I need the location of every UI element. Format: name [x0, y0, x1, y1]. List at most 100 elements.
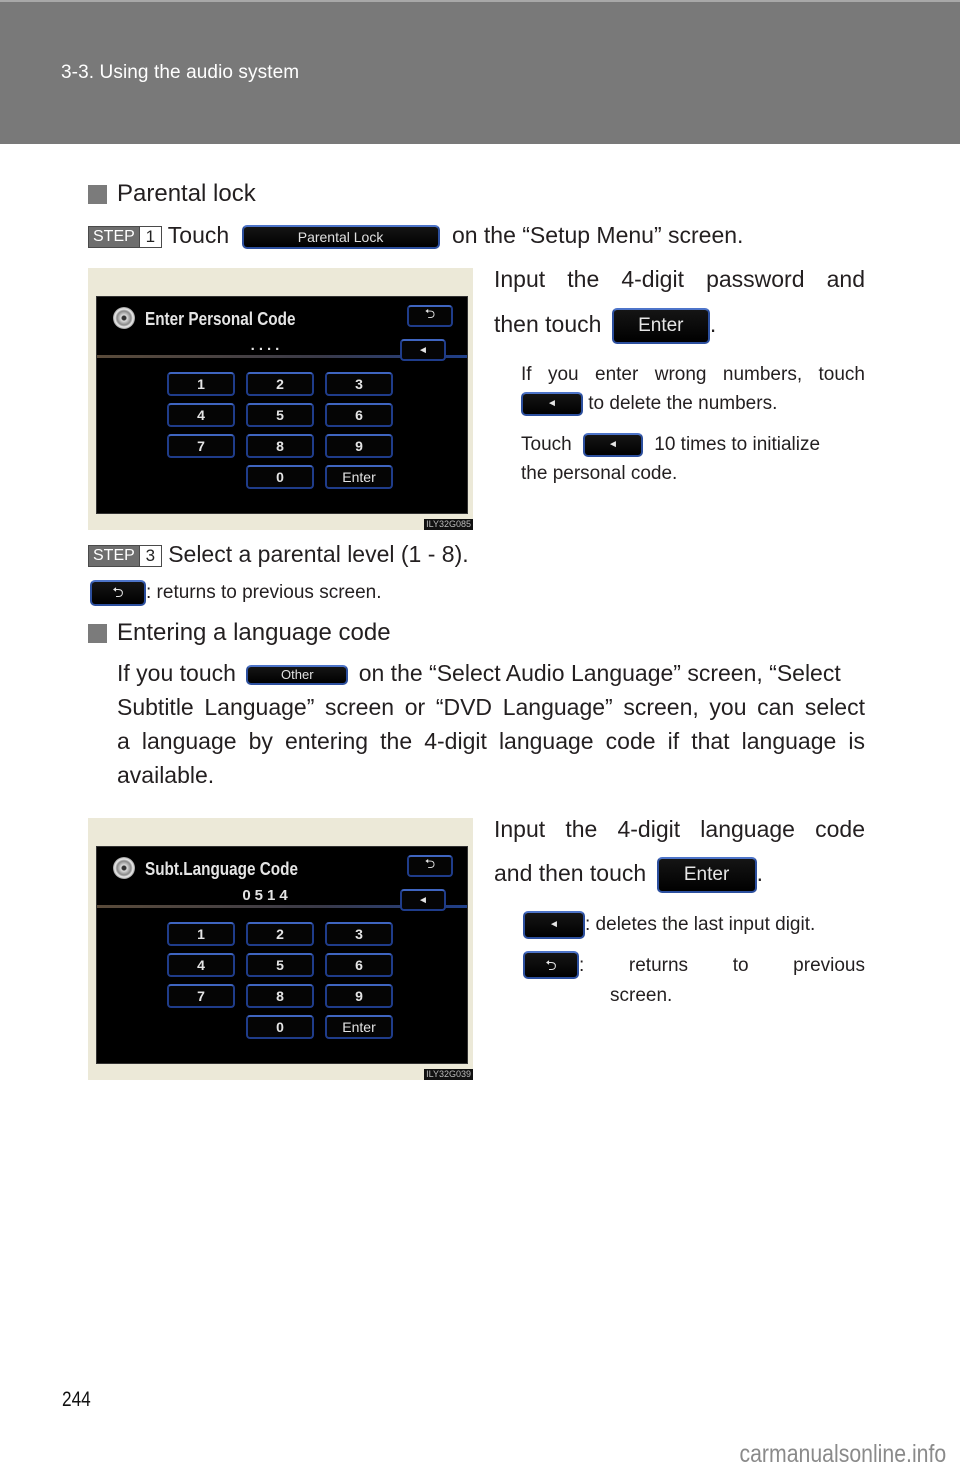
return-icon: ⮌ [545, 956, 557, 973]
enter-button[interactable]: Enter [656, 856, 757, 893]
delete-note: ◄: deletes the last input digit. [523, 910, 815, 939]
backspace-button[interactable]: ◄ [400, 339, 446, 361]
section-heading-text: Parental lock [117, 180, 256, 207]
screen-title: Subt.Language Code [145, 859, 298, 879]
return-icon: ⮌ [112, 584, 124, 601]
note2-text-before: Touch [521, 434, 572, 455]
key-0[interactable]: 0 [246, 1015, 314, 1039]
key-7[interactable]: 7 [167, 434, 235, 458]
return-note-lang: ⮌ : returns to previous [523, 951, 865, 980]
step-number: 1 [138, 226, 161, 247]
key-enter[interactable]: Enter [325, 465, 393, 489]
page-number: 244 [62, 1388, 91, 1411]
personal-code-screenshot: Enter Personal Code .... ⮌ ◄ 1 2 3 4 5 6… [88, 268, 473, 530]
disc-icon [113, 857, 135, 879]
backspace-button[interactable]: ◄ [400, 889, 446, 911]
return-note-line2: screen. [610, 985, 673, 1006]
backspace-button-inline-2[interactable]: ◄ [582, 432, 643, 457]
lang-para-line2: Subtitle Language” screen or “DVD Langua… [117, 694, 865, 720]
note1-line2: ◄ to delete the numbers. [521, 389, 777, 418]
enter-button[interactable]: Enter [611, 307, 710, 344]
step-label: STEP [89, 545, 139, 566]
section-bullet-icon [88, 623, 107, 643]
backspace-icon: ◄ [549, 919, 559, 931]
step-badge: STEP 1 [88, 225, 162, 248]
image-id: ILY32G085 [424, 519, 473, 530]
note2-line2: the personal code. [521, 463, 678, 484]
key-2[interactable]: 2 [246, 922, 314, 946]
return-button[interactable]: ⮌ [407, 855, 453, 877]
key-5[interactable]: 5 [246, 953, 314, 977]
step3-text: Select a parental level (1 - 8). [168, 541, 469, 567]
other-button[interactable]: Other [246, 664, 349, 685]
key-3[interactable]: 3 [325, 922, 393, 946]
section-bullet-icon [88, 184, 107, 204]
lang-para-line3: a language by entering the 4-digit langu… [117, 728, 865, 754]
step1-text-before: Touch [167, 222, 230, 248]
return-note-text: : returns to previous screen. [146, 582, 382, 603]
period: . [756, 860, 763, 886]
watermark: carmanualsonline.info [739, 1440, 946, 1468]
key-3[interactable]: 3 [325, 372, 393, 396]
period: . [709, 311, 717, 337]
backspace-button-inline[interactable]: ◄ [521, 391, 583, 416]
backspace-icon: ◄ [608, 439, 618, 451]
return-icon: ⮌ [424, 306, 436, 321]
backspace-icon: ◄ [418, 894, 428, 906]
key-2[interactable]: 2 [246, 372, 314, 396]
return-icon: ⮌ [424, 856, 436, 871]
language-code-screen: Subt.Language Code 0514 ⮌ ◄ 1 2 3 4 5 6 … [96, 846, 468, 1064]
key-4[interactable]: 4 [167, 403, 235, 427]
key-enter[interactable]: Enter [325, 1015, 393, 1039]
parental-lock-button[interactable]: Parental Lock [241, 224, 440, 249]
screen-title: Enter Personal Code [145, 309, 296, 329]
step3-line: STEP 3 Select a parental level (1 - 8). [88, 537, 469, 571]
section-heading-parental-lock: Parental lock [88, 180, 256, 208]
backspace-icon: ◄ [547, 398, 557, 410]
backspace-button-inline[interactable]: ◄ [523, 910, 585, 939]
key-0[interactable]: 0 [246, 465, 314, 489]
lang-para-text-before: If you touch [117, 660, 236, 686]
note2-line1: Touch ◄ 10 times to initialize [521, 430, 865, 459]
return-button-inline[interactable]: ⮌ [90, 579, 146, 606]
lang-instr-line1: Input the 4-digit language code [494, 816, 865, 842]
note2-text-after: 10 times to initialize [654, 434, 821, 455]
step1-text-after: on the “Setup Menu” screen. [451, 222, 744, 248]
note1-line1: If you enter wrong numbers, touch [521, 364, 865, 385]
key-8[interactable]: 8 [246, 984, 314, 1008]
step1-line: STEP 1 Touch Parental Lock on the “Setup… [88, 218, 743, 252]
key-6[interactable]: 6 [325, 953, 393, 977]
return-note-text: : returns to previous [579, 955, 865, 976]
key-1[interactable]: 1 [167, 372, 235, 396]
lang-instr-text: and then touch [494, 860, 647, 886]
language-code-screenshot: Subt.Language Code 0514 ⮌ ◄ 1 2 3 4 5 6 … [88, 818, 473, 1080]
key-9[interactable]: 9 [325, 434, 393, 458]
parental-lock-button-label: Parental Lock [297, 228, 384, 245]
step-badge: STEP 3 [88, 544, 162, 567]
key-9[interactable]: 9 [325, 984, 393, 1008]
lang-instr-line2: and then touch Enter. [494, 856, 763, 893]
backspace-icon: ◄ [418, 344, 428, 356]
return-note: ⮌ : returns to previous screen. [90, 578, 382, 607]
section-heading-language-code: Entering a language code [88, 619, 391, 647]
return-button-inline[interactable]: ⮌ [523, 951, 579, 979]
key-1[interactable]: 1 [167, 922, 235, 946]
disc-icon [113, 307, 135, 329]
chapter-title: 3-3. Using the audio system [61, 62, 300, 83]
enter-button-label: Enter [683, 863, 730, 885]
image-id: ILY32G039 [424, 1069, 473, 1080]
personal-code-screen: Enter Personal Code .... ⮌ ◄ 1 2 3 4 5 6… [96, 296, 468, 514]
enter-button-label: Enter [638, 314, 684, 336]
code-display: .... [250, 337, 284, 354]
key-7[interactable]: 7 [167, 984, 235, 1008]
return-button[interactable]: ⮌ [407, 305, 453, 327]
key-6[interactable]: 6 [325, 403, 393, 427]
key-4[interactable]: 4 [167, 953, 235, 977]
lang-para-line4: available. [117, 762, 215, 788]
step-label: STEP [89, 226, 139, 247]
step2-line1: Input the 4-digit password and [494, 266, 865, 292]
key-5[interactable]: 5 [246, 403, 314, 427]
other-button-label: Other [281, 666, 314, 682]
key-8[interactable]: 8 [246, 434, 314, 458]
chapter-header: 3-3. Using the audio system [0, 0, 960, 144]
